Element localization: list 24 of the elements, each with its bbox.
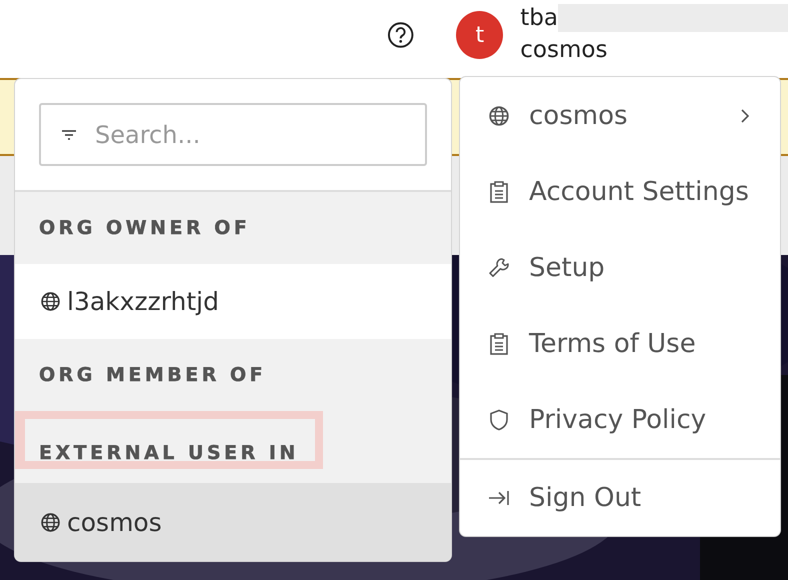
menu-item[interactable]: Setup: [460, 230, 780, 306]
menu-item[interactable]: cosmos: [460, 78, 780, 154]
org-item[interactable]: cosmos: [15, 483, 451, 561]
shield-icon: [488, 409, 510, 431]
menu-item[interactable]: Privacy Policy: [460, 382, 780, 458]
menu-item[interactable]: Account Settings: [460, 154, 780, 230]
globe-icon: [40, 291, 61, 312]
filter-icon: [61, 129, 77, 141]
section-heading: ORG MEMBER OF: [39, 364, 266, 386]
menu-item[interactable]: Sign Out: [460, 460, 780, 536]
clipboard-icon: [488, 181, 510, 203]
section-heading: EXTERNAL USER IN: [39, 442, 299, 464]
section-heading: ORG OWNER OF: [39, 217, 250, 239]
org-name: cosmos: [520, 36, 608, 65]
sign-out-icon: [488, 488, 510, 508]
help-icon[interactable]: [386, 20, 416, 50]
user-name: tba: [520, 4, 558, 33]
wrench-icon: [488, 257, 510, 279]
search-field[interactable]: Search...: [39, 103, 427, 166]
globe-icon: [40, 512, 61, 532]
globe-icon: [488, 105, 510, 127]
clipboard-icon: [488, 333, 510, 355]
user-avatar[interactable]: t: [456, 11, 504, 59]
menu-item[interactable]: Terms of Use: [460, 306, 780, 382]
